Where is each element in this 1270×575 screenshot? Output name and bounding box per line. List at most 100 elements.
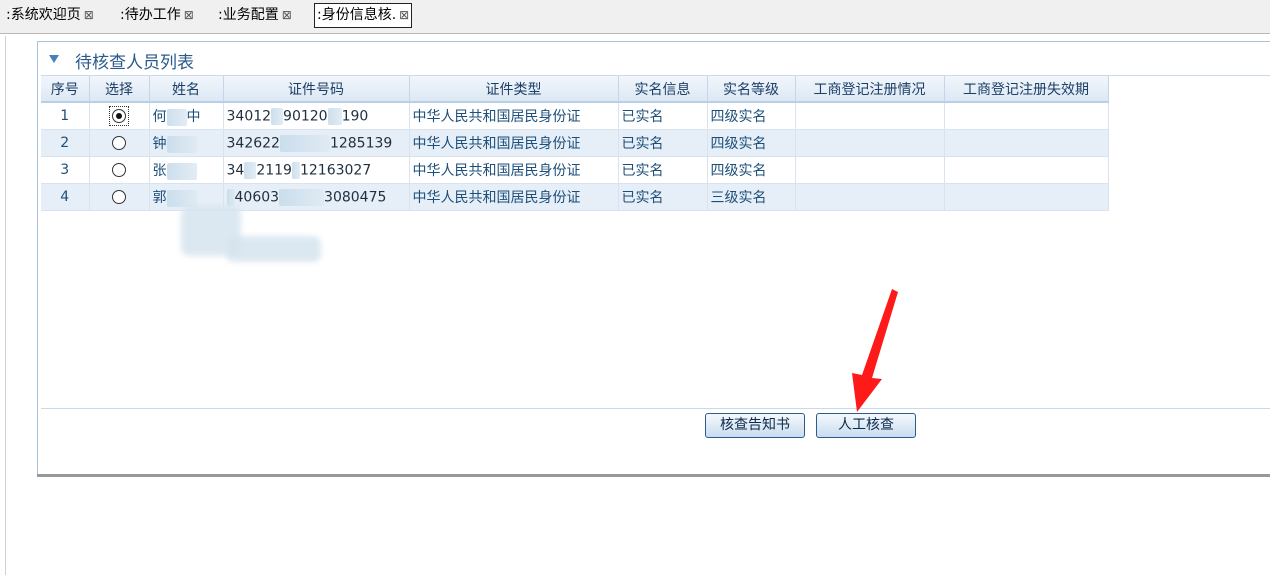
redaction-blur [166,135,197,153]
person-table: 序号 选择 姓名 证件号码 证件类型 实名信息 实名等级 工商登记注册情况 工商… [41,76,1109,211]
tab-bar: :系统欢迎页 ⊠ :待办工作 ⊠ :业务配置 ⊠ :身份信息核. ⊠ [0,0,1270,34]
id-text: 2119 [256,162,292,178]
name-text: 张 [152,163,167,179]
column-header[interactable]: 工商登记注册情况 [795,76,945,103]
column-header[interactable]: 姓名 [149,76,224,103]
redaction-blur [279,188,325,206]
realname-cell: 已实名 [618,156,708,184]
redaction-blur [271,107,284,125]
close-icon[interactable]: ⊠ [84,8,94,22]
left-divider [5,36,6,575]
select-radio[interactable] [112,109,126,123]
person-grid: 序号 选择 姓名 证件号码 证件类型 实名信息 实名等级 工商登记注册情况 工商… [41,75,1270,409]
name-text: 何 [152,109,167,125]
column-header[interactable]: 证件号码 [223,76,410,103]
redaction-blur [327,107,342,125]
panel-header[interactable]: 待核查人员列表 [38,42,1270,74]
row-select-cell[interactable] [89,129,150,157]
manual-check-button[interactable]: 人工核查 [816,413,916,438]
row-select-cell[interactable] [89,102,150,130]
table-row[interactable]: 3 张 34 2119 12163027 中华人民共和国居民身份证 已实名 四级实名 [41,156,1109,184]
column-header[interactable]: 实名信息 [618,76,708,103]
registration-cell [795,129,945,157]
redaction-blur [279,134,330,152]
notice-letter-button[interactable]: 核查告知书 [705,413,805,438]
name-cell: 何中 [149,102,224,130]
row-select-cell[interactable] [89,183,150,211]
panel-title: 待核查人员列表 [75,53,194,73]
name-text: 郭 [152,190,167,206]
id-text: 34 [226,162,245,178]
realname-cell: 已实名 [618,129,708,157]
name-cell: 张 [149,156,224,184]
close-icon[interactable]: ⊠ [399,8,409,22]
registration-cell [795,102,945,130]
row-number: 3 [41,156,90,184]
column-header[interactable]: 工商登记注册失效期 [944,76,1109,103]
id-type-cell: 中华人民共和国居民身份证 [409,129,619,157]
close-icon[interactable]: ⊠ [184,8,194,22]
level-cell: 四级实名 [707,129,796,157]
registration-cell [795,183,945,211]
level-cell: 四级实名 [707,102,796,130]
tab-label: :系统欢迎页 [6,7,81,23]
name-text: 钟 [152,136,167,152]
id-type-cell: 中华人民共和国居民身份证 [409,156,619,184]
id-type-cell: 中华人民共和国居民身份证 [409,102,619,130]
realname-cell: 已实名 [618,102,708,130]
column-header[interactable]: 证件类型 [409,76,619,103]
level-cell: 三级实名 [707,183,796,211]
collapse-triangle-icon[interactable] [49,55,59,63]
id-text: 190 [341,108,369,124]
name-text: 中 [186,109,201,125]
id-text: 34012 [226,108,272,124]
id-text: 1285139 [329,135,393,151]
table-row[interactable]: 1 何中 34012 90120 190 中华人民共和国居民身份证 已实名 四级实名 [41,102,1109,130]
name-cell: 钟 [149,129,224,157]
registration-cell [795,156,945,184]
tab-identity-check[interactable]: :身份信息核. ⊠ [314,3,413,28]
expiry-cell [944,156,1109,184]
tab-label: :身份信息核. [317,7,397,23]
id-number-cell: 34012 90120 190 [223,102,410,130]
redaction-blur [166,162,197,180]
radio-focus[interactable] [109,106,129,126]
column-header[interactable]: 序号 [41,76,90,103]
table-header-row: 序号 选择 姓名 证件号码 证件类型 实名信息 实名等级 工商登记注册情况 工商… [41,76,1109,103]
select-radio[interactable] [112,136,126,150]
expiry-cell [944,183,1109,211]
redaction-blur [291,161,300,179]
row-select-cell[interactable] [89,156,150,184]
id-type-cell: 中华人民共和国居民身份证 [409,183,619,211]
redaction-blur [166,189,197,207]
realname-cell: 已实名 [618,183,708,211]
column-header[interactable]: 实名等级 [707,76,796,103]
select-radio[interactable] [112,163,126,177]
row-number: 1 [41,102,90,130]
select-radio[interactable] [112,190,126,204]
tab-todo[interactable]: :待办工作 ⊠ [120,4,194,26]
id-text: 40603 [234,189,280,205]
column-header[interactable]: 选择 [89,76,150,103]
redaction-blur [166,108,187,126]
redaction-blur [226,236,321,262]
id-text: 342622 [226,135,280,151]
table-row[interactable]: 2 钟 342622 1285139 中华人民共和国居民身份证 已实名 四级实名 [41,129,1109,157]
redaction-blur [244,161,257,179]
row-number: 2 [41,129,90,157]
id-text: 3080475 [324,189,387,205]
tab-label: :待办工作 [120,7,181,23]
expiry-cell [944,129,1109,157]
close-icon[interactable]: ⊠ [282,8,292,22]
tab-business-config[interactable]: :业务配置 ⊠ [218,4,292,26]
pending-check-panel: 待核查人员列表 序号 选择 姓名 证件号码 证件类型 实名信息 实名等级 工商登… [37,41,1270,476]
redaction-blur [226,188,235,206]
expiry-cell [944,102,1109,130]
row-number: 4 [41,183,90,211]
tab-label: :业务配置 [218,7,279,23]
tab-welcome[interactable]: :系统欢迎页 ⊠ [6,4,94,26]
id-number-cell: 40603 3080475 [223,183,410,211]
id-number-cell: 34 2119 12163027 [223,156,410,184]
id-number-cell: 342622 1285139 [223,129,410,157]
panel-bottom-border [37,474,1270,477]
